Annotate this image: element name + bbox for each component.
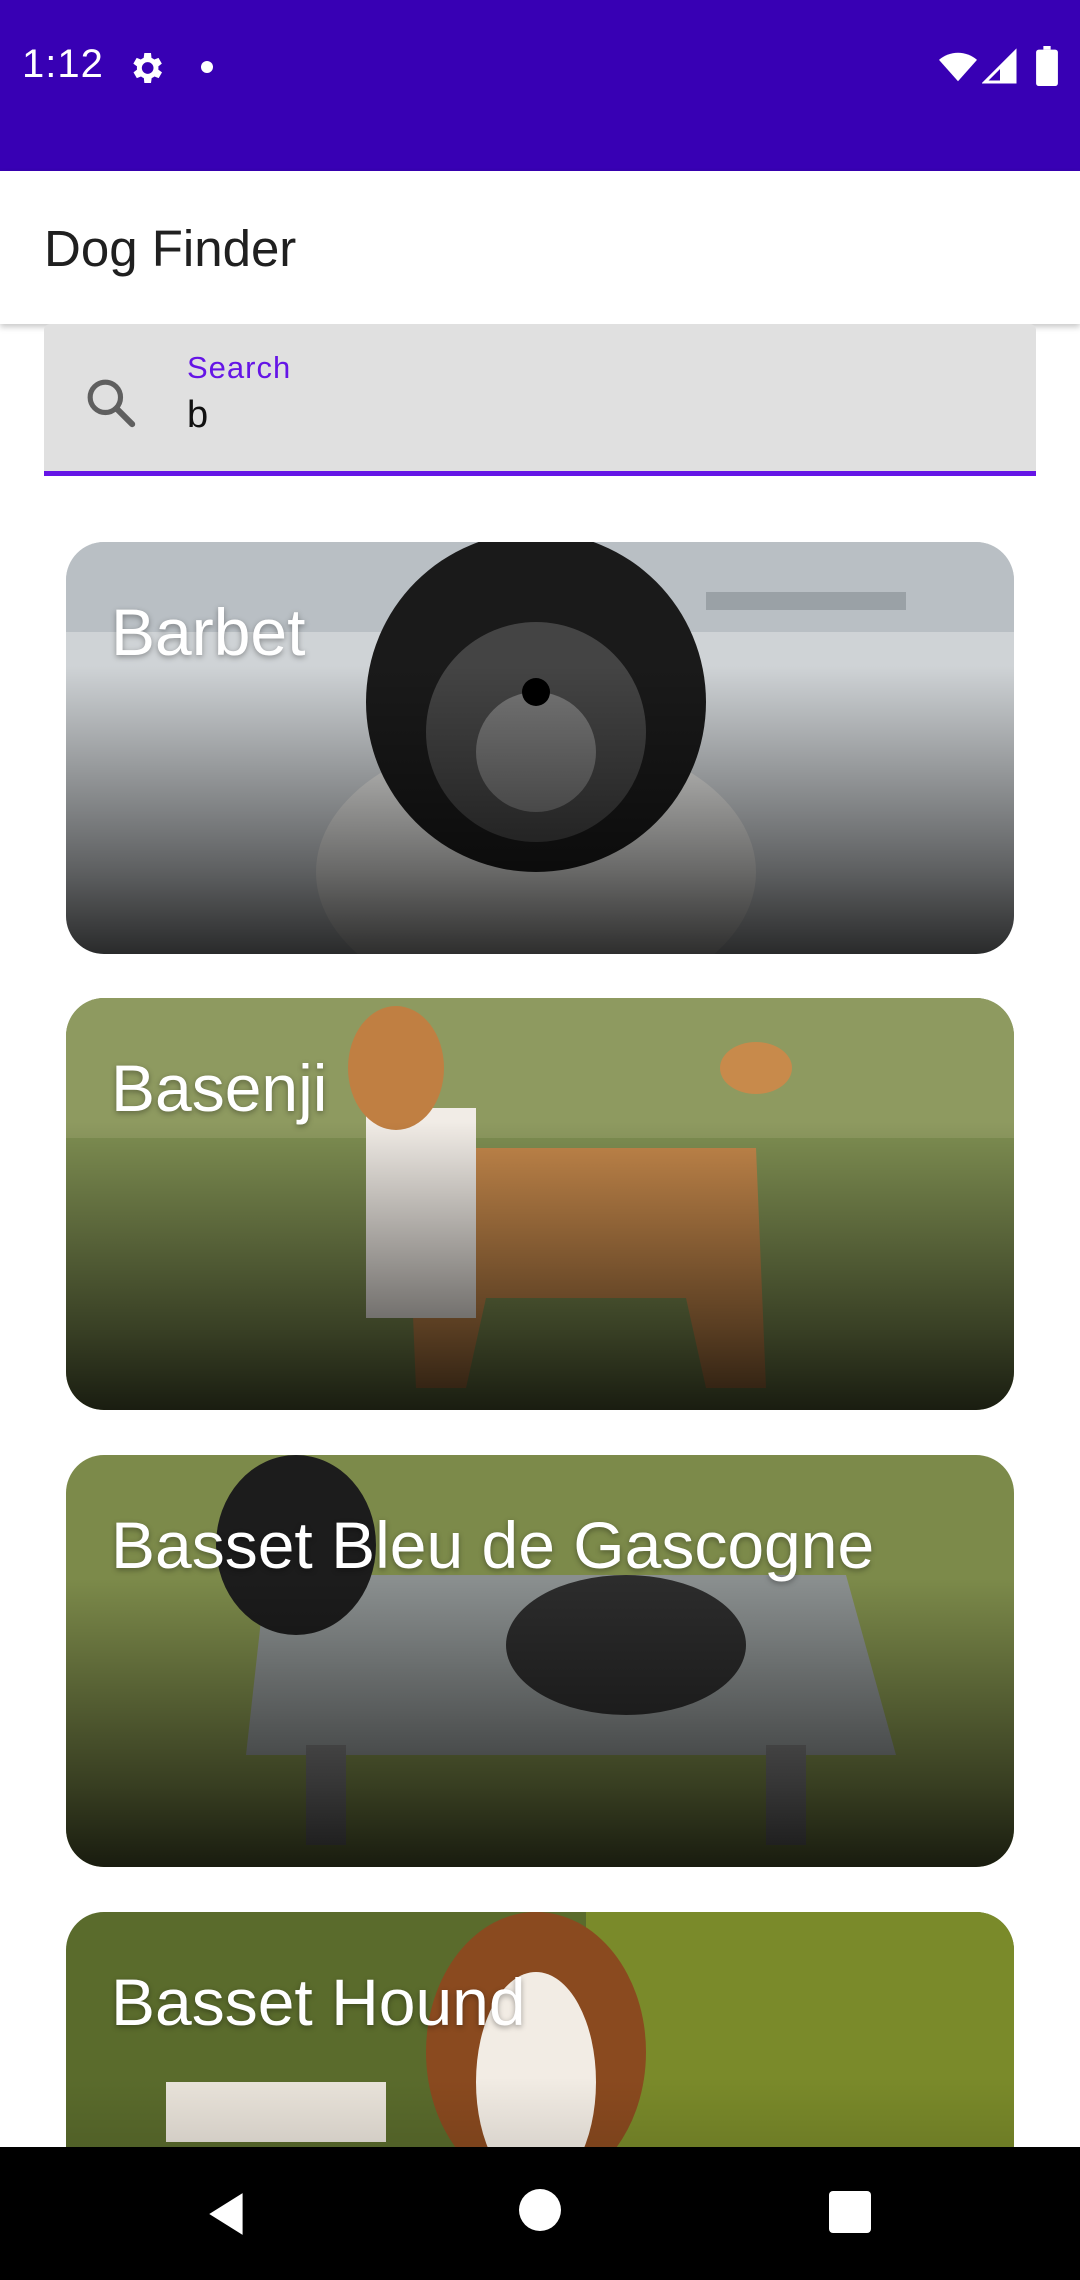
app-bar: Dog Finder <box>0 171 1080 324</box>
search-label: Search <box>187 350 292 385</box>
breed-card-basenji[interactable]: Basenji <box>66 998 1014 1410</box>
breed-card-basset-hound[interactable]: Basset Hound <box>66 1912 1014 2147</box>
breed-card-basset-bleu[interactable]: Basset Bleu de Gascogne <box>66 1455 1014 1867</box>
search-field[interactable]: Search b <box>44 324 1036 476</box>
breed-card-barbet[interactable]: Barbet <box>66 542 1014 954</box>
battery-icon <box>1036 46 1058 86</box>
breed-list[interactable]: Barbet Basenji Basset Bleu de Gascogne B… <box>0 324 1080 2147</box>
search-input[interactable]: b <box>187 394 208 437</box>
wifi-icon <box>939 52 977 82</box>
breed-name: Barbet <box>111 595 306 669</box>
gear-icon <box>133 53 162 83</box>
navigation-bar <box>0 2147 1080 2280</box>
notification-dot-icon <box>201 61 213 73</box>
home-icon[interactable] <box>519 2189 561 2231</box>
status-bar: 1:12 <box>0 0 1080 171</box>
search-icon <box>87 379 136 428</box>
signal-icon <box>982 48 1017 84</box>
recents-icon[interactable] <box>829 2191 871 2233</box>
breed-name: Basset Bleu de Gascogne <box>111 1508 875 1582</box>
app-title: Dog Finder <box>44 220 297 277</box>
breed-name: Basset Hound <box>111 1965 526 2039</box>
status-time: 1:12 <box>22 42 104 86</box>
breed-name: Basenji <box>111 1051 328 1125</box>
back-icon[interactable] <box>203 2189 253 2239</box>
